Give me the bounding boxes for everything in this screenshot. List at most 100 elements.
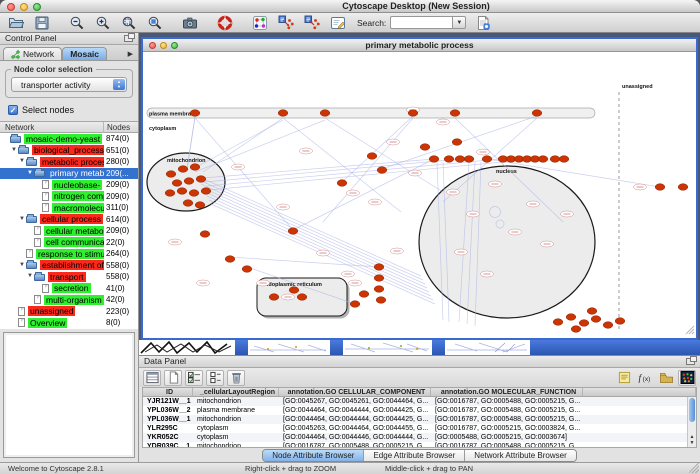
expander-icon[interactable]: ▼ xyxy=(10,145,18,156)
help-lifering-icon[interactable] xyxy=(215,14,234,32)
function-builder-icon[interactable]: f(x) xyxy=(636,370,654,386)
attribute-table-header: ID _cellularLayoutRegion annotation.GO C… xyxy=(143,388,696,397)
tree-row[interactable]: ▼biological_process651(0) xyxy=(0,145,138,157)
zoom-window-button[interactable] xyxy=(33,3,41,11)
column-header-id[interactable]: ID xyxy=(143,388,193,396)
open-session-icon[interactable] xyxy=(6,14,25,32)
mosaic-plugin-icon[interactable] xyxy=(678,370,696,386)
tab-node-attribute-browser[interactable]: Node Attribute Browser xyxy=(263,450,364,461)
tree-row[interactable]: ▼transport558(0) xyxy=(0,271,138,283)
background-window-border[interactable] xyxy=(432,340,445,355)
folder-icon xyxy=(26,159,37,166)
search-input[interactable] xyxy=(390,16,452,29)
zoom-selected-icon[interactable] xyxy=(145,14,164,32)
attribute-editor-icon[interactable] xyxy=(328,14,347,32)
tree-row[interactable]: ▼cellular process614(0) xyxy=(0,214,138,226)
network-window-titlebar[interactable]: primary metabolic process xyxy=(143,39,696,52)
control-panel: Control Panel Network Mosaic ▶ Node colo… xyxy=(0,33,139,462)
tree-row-selected[interactable]: ▼primary metabo209(... xyxy=(0,168,138,180)
tree-row[interactable]: ▼establishment of lo558(0) xyxy=(0,260,138,272)
unselect-attributes-icon[interactable] xyxy=(206,370,224,386)
column-header-region[interactable]: _cellularLayoutRegion xyxy=(193,388,279,396)
expander-icon[interactable]: ▼ xyxy=(18,214,26,225)
document-icon xyxy=(42,180,49,189)
tree-row[interactable]: secretion41(0) xyxy=(0,283,138,295)
tree-row[interactable]: response to stimulu264(0) xyxy=(0,248,138,260)
import-attributes-icon[interactable] xyxy=(657,370,675,386)
search-dropdown-arrow[interactable]: ▼ xyxy=(452,16,466,29)
table-row[interactable]: YLR295Ccytoplasm[GO:0045263, GO:0044464,… xyxy=(143,424,696,433)
zoom-out-icon[interactable] xyxy=(67,14,86,32)
tree-row[interactable]: ▼metabolic process280(0) xyxy=(0,156,138,168)
background-window-border[interactable] xyxy=(330,340,343,355)
table-row[interactable]: YKR052Ccytoplasm[GO:0044464, GO:0044446,… xyxy=(143,433,696,442)
float-panel-icon[interactable] xyxy=(124,35,133,42)
tree-row[interactable]: cellular metabo209(0) xyxy=(0,225,138,237)
tree-row[interactable]: unassigned223(0) xyxy=(0,306,138,318)
expander-icon[interactable]: ▼ xyxy=(26,168,34,179)
tree-row[interactable]: Overview8(0) xyxy=(0,317,138,329)
column-header-molecular-function[interactable]: annotation.GO MOLECULAR_FUNCTION xyxy=(431,388,583,396)
background-window-thumbnail[interactable] xyxy=(248,340,330,355)
tree-row[interactable]: multi-organism pro42(0) xyxy=(0,294,138,306)
compartment-regions xyxy=(147,92,619,330)
tab-scroll-right-icon[interactable]: ▶ xyxy=(126,50,135,60)
float-panel-icon[interactable] xyxy=(686,358,695,365)
table-scrollbar[interactable]: ▲▼ xyxy=(687,397,696,447)
network-view-window[interactable]: primary metabolic process xyxy=(141,37,698,340)
minimize-window-button[interactable] xyxy=(20,3,28,11)
background-window-thumbnail[interactable] xyxy=(139,340,235,355)
tree-row[interactable]: mosaic-demo-yeast874(0) xyxy=(0,133,138,145)
scrollbar-thumb[interactable] xyxy=(689,398,695,422)
tree-row[interactable]: macromolecule311(0) xyxy=(0,202,138,214)
select-attributes-icon[interactable] xyxy=(185,370,203,386)
table-row[interactable]: YPL036W__2plasma membrane[GO:0044464, GO… xyxy=(143,406,696,415)
select-nodes-checkbox[interactable]: ✓ xyxy=(8,105,18,115)
node-color-combobox[interactable]: transporter activity ▲▼ xyxy=(11,77,127,92)
tree-row[interactable]: nucleobase-209(0) xyxy=(0,179,138,191)
document-icon xyxy=(18,307,25,316)
table-row[interactable]: YPL036W__1mitochondrion[GO:0044464, GO:0… xyxy=(143,415,696,424)
export-annotation-icon[interactable] xyxy=(302,14,321,32)
table-row[interactable]: YDR039C__1mitochondrion[GO:0016787, GO:0… xyxy=(143,442,696,448)
background-window-border[interactable] xyxy=(235,340,248,355)
zoom-in-icon[interactable] xyxy=(93,14,112,32)
notes-icon[interactable] xyxy=(615,370,633,386)
zoom-fit-icon[interactable] xyxy=(119,14,138,32)
document-icon xyxy=(42,192,49,201)
tree-row[interactable]: cell communicat22(0) xyxy=(0,237,138,249)
expander-icon[interactable]: ▼ xyxy=(18,260,26,271)
snapshot-camera-icon[interactable] xyxy=(180,14,199,32)
folder-icon xyxy=(26,262,37,269)
table-row[interactable]: YJR121W__1mitochondrion[GO:0045267, GO:0… xyxy=(143,397,696,406)
attribute-table[interactable]: ID _cellularLayoutRegion annotation.GO C… xyxy=(142,387,697,448)
column-header-cellular-component[interactable]: annotation.GO CELLULAR_COMPONENT xyxy=(279,388,431,396)
import-annotation-icon[interactable] xyxy=(276,14,295,32)
expander-icon[interactable]: ▼ xyxy=(26,271,34,282)
attribute-table-icon[interactable] xyxy=(143,370,161,386)
background-window-border[interactable] xyxy=(530,340,700,355)
window-resize-grip[interactable] xyxy=(686,326,694,334)
folder-icon xyxy=(26,216,37,223)
save-session-icon[interactable] xyxy=(32,14,51,32)
birdseye-view-panel[interactable] xyxy=(3,332,135,459)
tree-row[interactable]: nitrogen compo209(0) xyxy=(0,191,138,203)
tab-network[interactable]: Network xyxy=(3,47,62,60)
network-canvas[interactable]: plasma membrane cytoplasm mitochondrion … xyxy=(143,52,696,336)
tab-edge-attribute-browser[interactable]: Edge Attribute Browser xyxy=(364,450,465,461)
vizmapper-icon[interactable] xyxy=(250,14,269,32)
close-window-button[interactable] xyxy=(7,3,15,11)
tab-mosaic[interactable]: Mosaic xyxy=(62,47,107,60)
create-attribute-icon[interactable] xyxy=(164,370,182,386)
node-color-selection-group: Node color selection transporter activit… xyxy=(5,69,133,98)
resize-grip[interactable] xyxy=(689,463,699,473)
background-window-thumbnail[interactable] xyxy=(343,340,432,355)
expander-icon[interactable]: ▼ xyxy=(18,156,26,167)
scrollbar-arrows[interactable]: ▲▼ xyxy=(688,434,696,446)
search-options-icon[interactable] xyxy=(473,14,492,32)
background-window-thumbnail[interactable] xyxy=(445,340,530,355)
node-color-selection-label: Node color selection xyxy=(11,65,96,74)
delete-attribute-icon[interactable] xyxy=(227,370,245,386)
tab-network-attribute-browser[interactable]: Network Attribute Browser xyxy=(465,450,575,461)
combobox-stepper-icon[interactable]: ▲▼ xyxy=(113,79,125,90)
